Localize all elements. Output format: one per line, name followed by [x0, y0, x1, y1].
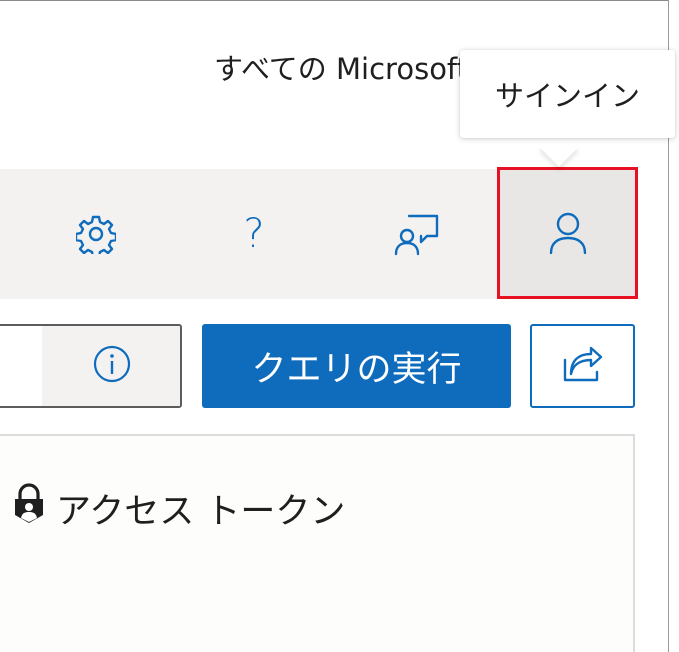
person-icon	[548, 211, 588, 255]
access-token-field[interactable]	[0, 324, 182, 408]
question-icon: ?	[243, 211, 265, 257]
app-window: すべての Microsoft ? サインイン クエリの実行 アクセス トークン	[0, 0, 679, 652]
run-query-button[interactable]: クエリの実行	[202, 324, 511, 408]
page-header-title: すべての Microsoft	[214, 52, 464, 86]
sign-in-button[interactable]	[497, 167, 638, 299]
top-toolbar: ?	[0, 167, 638, 299]
help-button[interactable]: ?	[199, 169, 309, 299]
settings-button[interactable]	[41, 169, 151, 299]
window-top-border	[0, 0, 669, 1]
lock-person-icon	[12, 483, 46, 534]
feedback-button[interactable]	[362, 169, 472, 299]
access-token-panel	[0, 434, 635, 652]
feedback-person-icon	[393, 212, 441, 256]
gear-icon	[76, 214, 116, 254]
info-icon	[92, 344, 132, 388]
access-token-title: アクセス トークン	[56, 492, 346, 532]
share-button[interactable]	[530, 324, 635, 408]
share-icon	[561, 344, 605, 388]
sign-in-tooltip: サインイン	[460, 50, 675, 138]
token-info-button[interactable]	[42, 326, 180, 406]
access-token-heading: アクセス トークン	[12, 483, 345, 534]
